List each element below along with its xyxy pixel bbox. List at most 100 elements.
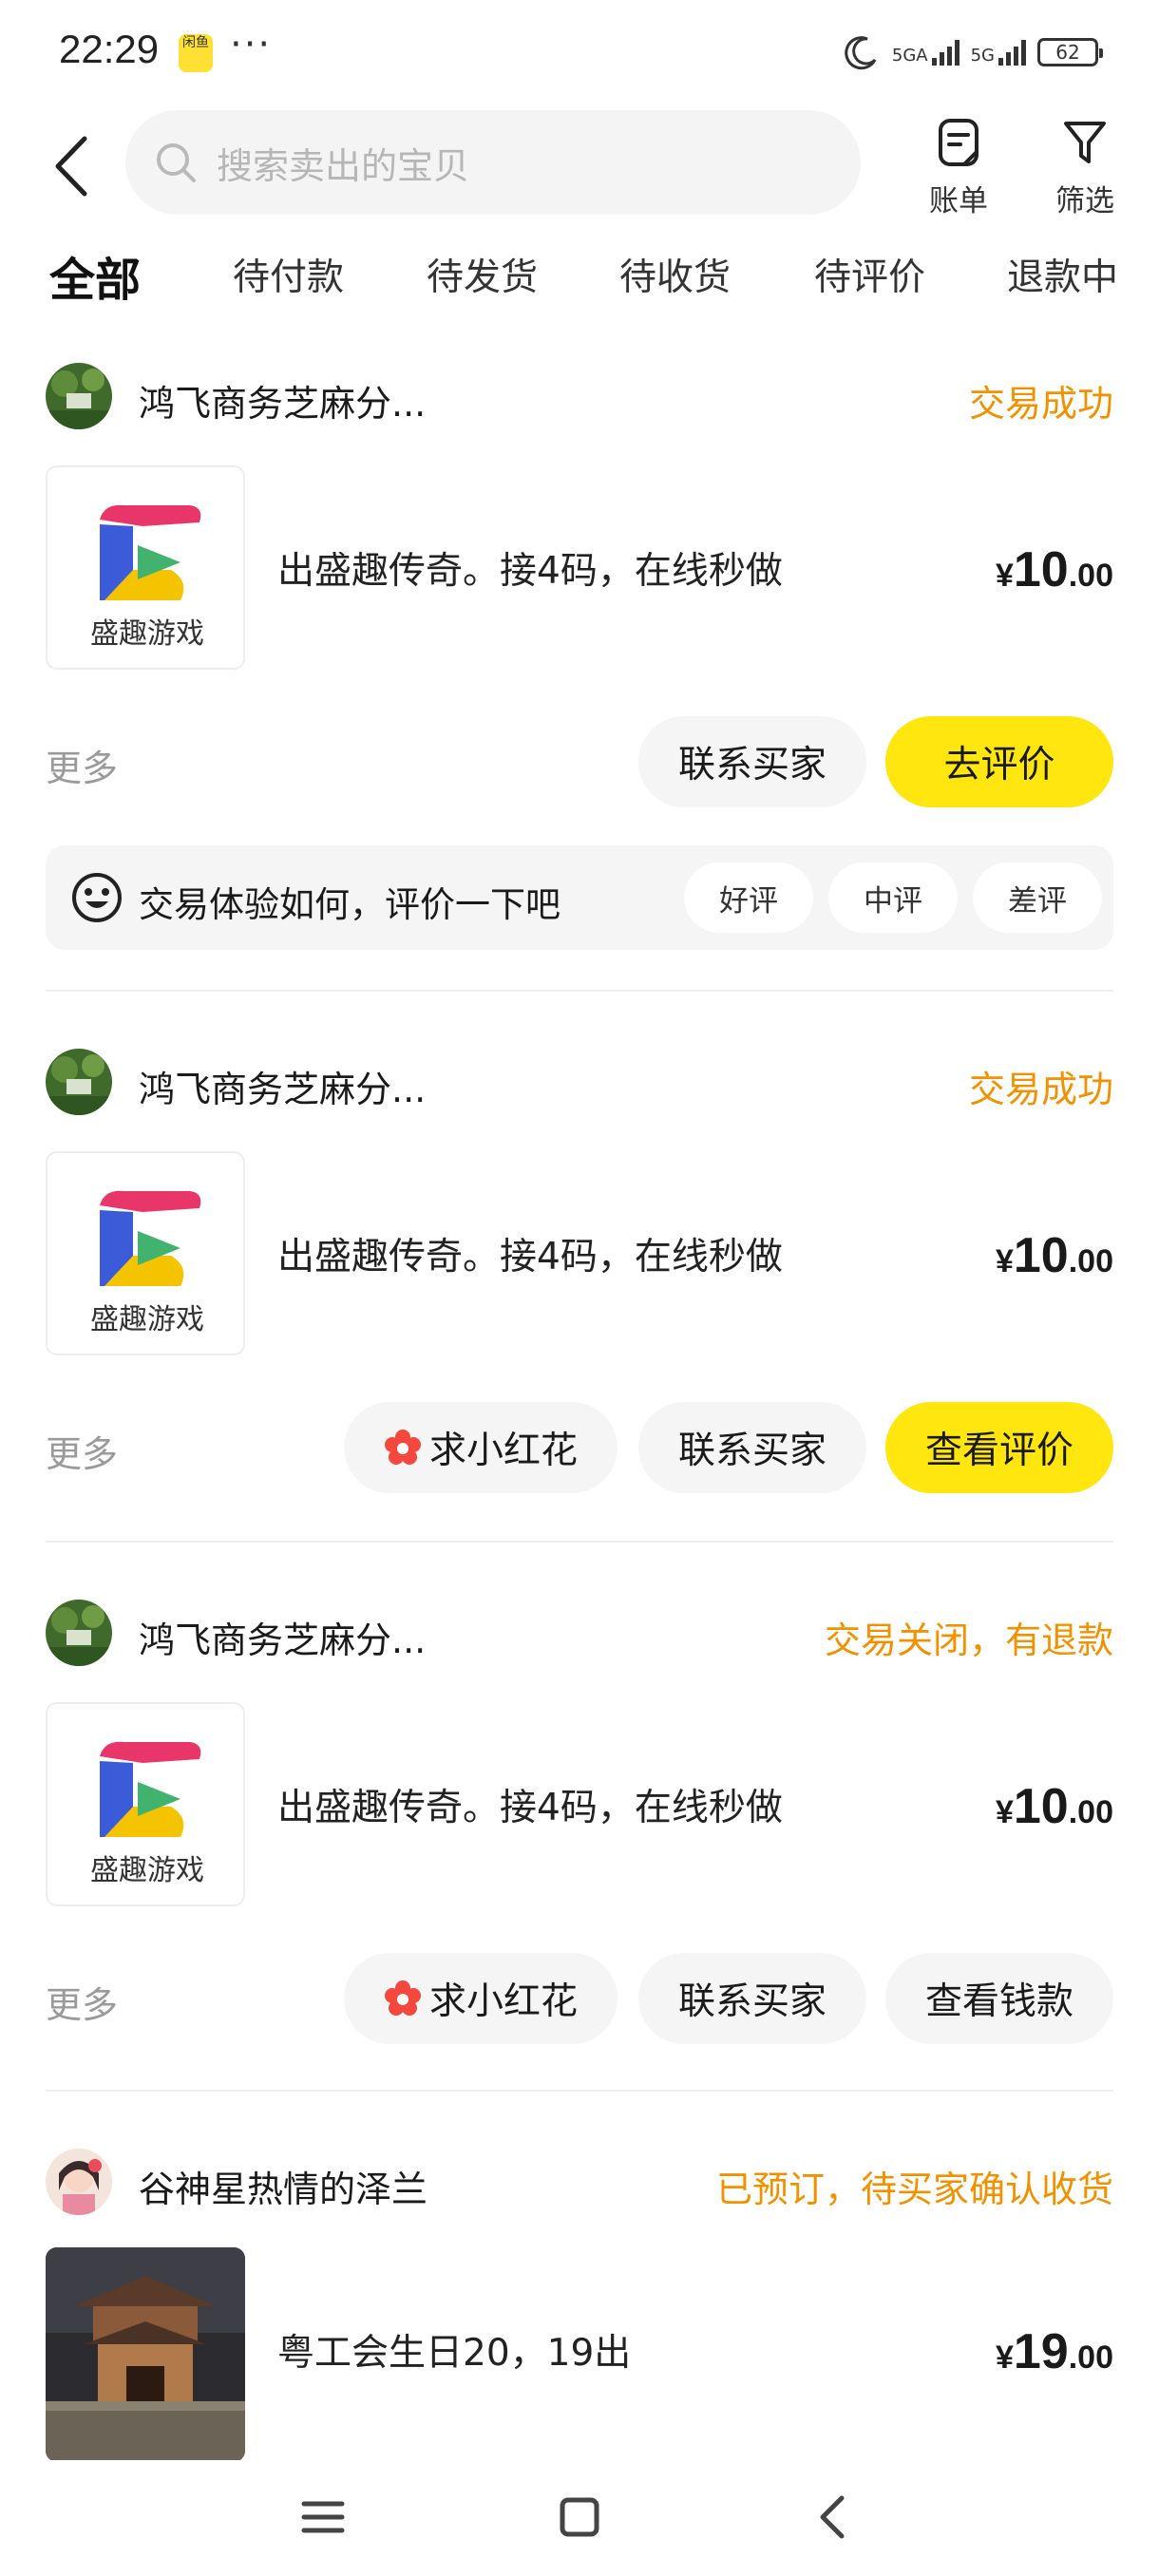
more-notifications-dots: ··· [230, 23, 273, 66]
order-card: 鸿飞商务芝麻分... 交易成功 盛趣游戏 出盛趣传奇。接4码，在线秒做 ¥10.… [46, 363, 1113, 952]
product-thumbnail[interactable]: 盛趣游戏 [46, 1151, 245, 1355]
search-input[interactable]: 搜索卖出的宝贝 [125, 110, 861, 215]
product-thumbnail[interactable] [46, 2247, 245, 2462]
rating-bad-button[interactable]: 差评 [973, 862, 1102, 933]
flower-icon [384, 1430, 421, 1465]
order-divider [46, 1541, 1113, 1543]
order-status: 交易关闭，有退款 [824, 1619, 1113, 1661]
tab-all-label: 全部 [49, 254, 142, 307]
top-bar: 搜索卖出的宝贝 账单 筛选 [0, 104, 1159, 228]
order-card: 鸿飞商务芝麻分... 交易成功 盛趣游戏 出盛趣传奇。接4码，在线秒做 ¥10.… [46, 1049, 1113, 1495]
price-decimal: .00 [1068, 1794, 1113, 1830]
rating-prompt: 交易体验如何，评价一下吧 好评 中评 差评 [46, 845, 1113, 950]
more-button[interactable]: 更多 [46, 739, 118, 791]
price-decimal: .00 [1068, 2339, 1113, 2376]
signal-5ga-label: 5GA [891, 46, 928, 66]
order-card: 谷神星热情的泽兰 已预订，待买家确认收货 粤工会生日20，19出 ¥19.00 [46, 2149, 1113, 2462]
rating-neutral-button[interactable]: 中评 [828, 862, 958, 933]
nav-back-icon[interactable] [806, 2489, 863, 2546]
shop-row[interactable]: 谷神星热情的泽兰 已预订，待买家确认收货 [46, 2149, 1113, 2217]
shop-avatar [46, 363, 112, 429]
tab-pending-payment[interactable]: 待付款 [233, 248, 344, 301]
product-title[interactable]: 出盛趣传奇。接4码，在线秒做 [277, 1778, 783, 1831]
tab-refunding[interactable]: 退款中 [1007, 248, 1118, 301]
status-indicators: 5GA 5G 62 [843, 28, 1103, 76]
order-status: 已预订，待买家确认收货 [715, 2169, 1113, 2210]
product-price: ¥19.00 [996, 2323, 1113, 2380]
product-price: ¥10.00 [996, 541, 1113, 598]
back-button[interactable] [38, 123, 104, 209]
signal-5ga: 5GA [892, 39, 960, 66]
product-price: ¥10.00 [996, 1227, 1113, 1284]
price-decimal: .00 [1068, 1243, 1113, 1279]
thumbnail-brand-text: 盛趣游戏 [90, 617, 204, 651]
order-actions: 更多 联系买家 去评价 [46, 716, 1113, 807]
filter-button[interactable]: 筛选 [1033, 110, 1137, 224]
thumbnail-brand-text: 盛趣游戏 [90, 1854, 204, 1887]
rating-good-button[interactable]: 好评 [684, 862, 813, 933]
more-button[interactable]: 更多 [46, 1976, 118, 2028]
tab-pending-review[interactable]: 待评价 [814, 248, 925, 301]
order-tabs: 全部 待付款 待发货 待收货 待评价 退款中 [0, 242, 1159, 318]
order-divider [46, 990, 1113, 992]
ask-flower-label: 求小红花 [428, 1980, 578, 2023]
tab-all[interactable]: 全部 [49, 242, 142, 309]
bill-button[interactable]: 账单 [906, 110, 1011, 224]
bill-icon [939, 119, 978, 166]
search-icon [157, 143, 196, 182]
ask-flower-label: 求小红花 [428, 1430, 578, 1472]
shop-name: 谷神星热情的泽兰 [139, 2169, 428, 2210]
product-title[interactable]: 出盛趣传奇。接4码，在线秒做 [277, 1227, 783, 1280]
price-integer: 19 [1013, 2324, 1069, 2379]
moon-icon [845, 36, 877, 70]
order-actions: 更多 求小红花 联系买家 查看钱款 [46, 1953, 1113, 2044]
view-payment-button[interactable]: 查看钱款 [885, 1953, 1113, 2044]
more-button[interactable]: 更多 [46, 1425, 118, 1477]
price-currency: ¥ [995, 1243, 1014, 1279]
back-icon [55, 136, 87, 197]
app-notification-icon: 闲鱼 [179, 34, 213, 72]
contact-buyer-button[interactable]: 联系买家 [638, 1402, 866, 1493]
shop-row[interactable]: 鸿飞商务芝麻分... 交易成功 [46, 1049, 1113, 1117]
ask-flower-button[interactable]: 求小红花 [344, 1953, 618, 2044]
view-review-button[interactable]: 查看评价 [885, 1402, 1113, 1493]
price-currency: ¥ [995, 558, 1014, 594]
order-divider [46, 2090, 1113, 2092]
shop-name: 鸿飞商务芝麻分... [139, 383, 427, 425]
home-icon[interactable] [551, 2489, 608, 2546]
shop-row[interactable]: 鸿飞商务芝麻分... 交易关闭，有退款 [46, 1600, 1113, 1668]
menu-icon[interactable] [294, 2489, 352, 2546]
product-thumbnail[interactable]: 盛趣游戏 [46, 1702, 245, 1906]
system-nav-bar [0, 2460, 1159, 2576]
write-review-button[interactable]: 去评价 [885, 716, 1113, 807]
rating-prompt-text: 交易体验如何，评价一下吧 [139, 884, 560, 925]
product-title[interactable]: 出盛趣传奇。接4码，在线秒做 [277, 541, 783, 595]
product-price: ¥10.00 [996, 1778, 1113, 1835]
order-status: 交易成功 [968, 383, 1113, 425]
contact-buyer-button[interactable]: 联系买家 [638, 1953, 866, 2044]
shop-name: 鸿飞商务芝麻分... [139, 1069, 427, 1110]
shop-name: 鸿飞商务芝麻分... [139, 1619, 427, 1661]
order-status: 交易成功 [968, 1069, 1113, 1110]
product-title[interactable]: 粤工会生日20，19出 [277, 2323, 631, 2377]
status-bar: 22:29 闲鱼 ··· 5GA 5G 62 [0, 0, 1159, 104]
thumbnail-brand-text: 盛趣游戏 [90, 1303, 204, 1336]
status-time: 22:29 [59, 27, 160, 71]
face-emoji-icon [72, 873, 122, 922]
shop-avatar [46, 1049, 112, 1115]
ask-flower-button[interactable]: 求小红花 [344, 1402, 618, 1493]
price-decimal: .00 [1068, 558, 1113, 594]
tab-pending-shipment[interactable]: 待发货 [427, 248, 538, 301]
price-currency: ¥ [995, 1794, 1014, 1830]
shop-avatar [46, 2149, 112, 2215]
order-actions: 更多 求小红花 联系买家 查看评价 [46, 1402, 1113, 1493]
shop-avatar [46, 1600, 112, 1666]
price-integer: 10 [1013, 1779, 1069, 1834]
shop-row[interactable]: 鸿飞商务芝麻分... 交易成功 [46, 363, 1113, 431]
filter-icon [1064, 122, 1106, 163]
price-integer: 10 [1013, 1228, 1069, 1283]
contact-buyer-button[interactable]: 联系买家 [638, 716, 866, 807]
tab-pending-receipt[interactable]: 待收货 [619, 248, 731, 301]
signal-5g: 5G [971, 39, 1026, 66]
product-thumbnail[interactable]: 盛趣游戏 [46, 465, 245, 670]
